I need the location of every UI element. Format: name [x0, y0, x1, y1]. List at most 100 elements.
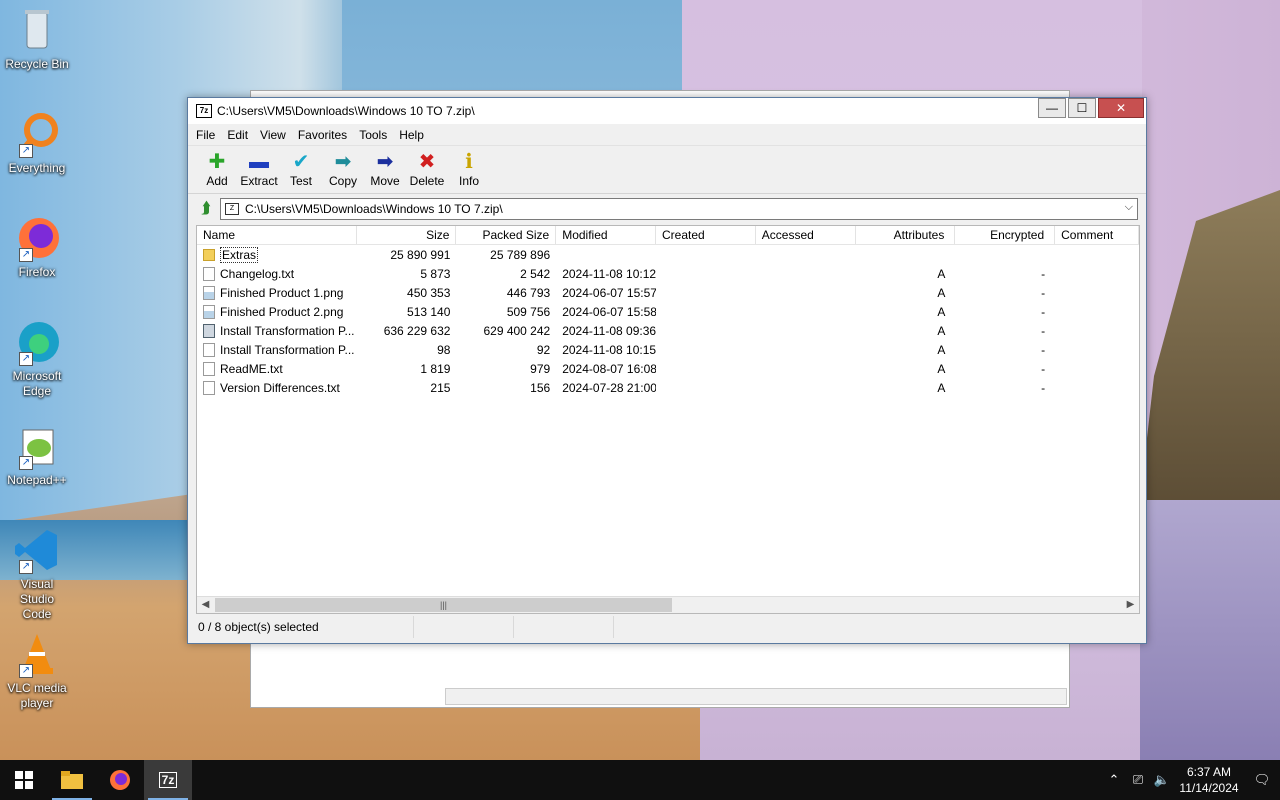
table-row[interactable]: Extras 25 890 991 25 789 896: [197, 245, 1139, 264]
maximize-button[interactable]: ☐: [1068, 98, 1096, 118]
horizontal-scrollbar[interactable]: ◀ ||| ▶: [197, 596, 1139, 613]
volume-muted-icon[interactable]: 🔈: [1150, 772, 1174, 788]
delete-button[interactable]: ✖ Delete: [406, 150, 448, 193]
close-button[interactable]: ✕: [1098, 98, 1144, 118]
edge-icon: ↗: [13, 318, 61, 366]
notification-icon[interactable]: 🗨: [1244, 772, 1280, 788]
file-size: 450 353: [407, 285, 451, 300]
add-button[interactable]: ✚ Add: [196, 150, 238, 193]
table-row[interactable]: ReadME.txt 1 819 979 2024-08-07 16:08 A …: [197, 359, 1139, 378]
table-row[interactable]: Changelog.txt 5 873 2 542 2024-11-08 10:…: [197, 264, 1139, 283]
file-size: 5 873: [420, 266, 451, 281]
up-folder-button[interactable]: ⮭: [196, 199, 216, 219]
file-encrypted: -: [1041, 266, 1046, 281]
taskbar-file-explorer[interactable]: [48, 760, 96, 800]
file-packed-size: 156: [530, 380, 551, 395]
taskbar-firefox[interactable]: [96, 760, 144, 800]
column-accessed[interactable]: Accessed: [756, 226, 856, 244]
file-encrypted: -: [1041, 361, 1046, 376]
file-modified: 2024-11-08 10:12: [562, 266, 656, 281]
info-button[interactable]: ℹ Info: [448, 150, 490, 193]
wallpaper-mountain: [1140, 190, 1280, 500]
desktop-icon-vscode[interactable]: ↗ Visual Studio Code: [4, 526, 70, 622]
column-modified[interactable]: Modified: [556, 226, 656, 244]
menu-edit[interactable]: Edit: [227, 128, 248, 142]
taskbar-7zip[interactable]: 7z: [144, 760, 192, 800]
column-name[interactable]: Name: [197, 226, 357, 244]
file-attributes: A: [937, 285, 946, 300]
move-button[interactable]: ➡ Move: [364, 150, 406, 193]
window-controls: — ☐ ✕: [1038, 98, 1146, 118]
table-row[interactable]: Finished Product 1.png 450 353 446 793 2…: [197, 283, 1139, 302]
title-bar[interactable]: 7z C:\Users\VM5\Downloads\Windows 10 TO …: [188, 98, 1146, 124]
table-row[interactable]: Finished Product 2.png 513 140 509 756 2…: [197, 302, 1139, 321]
column-headers: Name Size Packed Size Modified Created A…: [197, 226, 1139, 245]
desktop-icon-label: Everything: [8, 161, 66, 175]
file-attributes: A: [937, 361, 946, 376]
address-field[interactable]: Z C:\Users\VM5\Downloads\Windows 10 TO 7…: [220, 198, 1138, 220]
scroll-left-icon[interactable]: ◀: [197, 597, 214, 613]
7zip-window: 7z C:\Users\VM5\Downloads\Windows 10 TO …: [187, 97, 1147, 644]
file-packed-size: 979: [530, 361, 551, 376]
column-encrypted[interactable]: Encrypted: [955, 226, 1056, 244]
status-segment: [514, 616, 614, 638]
copy-button[interactable]: ➡ Copy: [322, 150, 364, 193]
text-file-icon: [203, 342, 215, 357]
table-row[interactable]: Install Transformation P... 636 229 632 …: [197, 321, 1139, 340]
start-button[interactable]: [0, 760, 48, 800]
minimize-button[interactable]: —: [1038, 98, 1066, 118]
menu-file[interactable]: File: [196, 128, 215, 142]
column-attributes[interactable]: Attributes: [856, 226, 956, 244]
vlc-icon: ↗: [13, 630, 61, 678]
clock-time: 6:37 AM: [1186, 765, 1232, 779]
shortcut-arrow-icon: ↗: [19, 248, 33, 262]
menu-help[interactable]: Help: [399, 128, 424, 142]
chevron-up-icon[interactable]: ⌃: [1102, 772, 1126, 788]
wallpaper-lake: [1140, 500, 1280, 760]
test-icon: ✔: [292, 151, 310, 173]
recycle-bin-icon: [13, 6, 61, 54]
extract-icon: ▬: [249, 151, 269, 173]
test-button[interactable]: ✔ Test: [280, 150, 322, 193]
extract-label: Extract: [240, 174, 278, 188]
column-created[interactable]: Created: [656, 226, 756, 244]
desktop-icon-edge[interactable]: ↗ Microsoft Edge: [4, 318, 70, 399]
extract-button[interactable]: ▬ Extract: [238, 150, 280, 193]
chevron-down-icon[interactable]: ⌵: [1125, 201, 1133, 214]
status-segment: [414, 616, 514, 638]
scroll-thumb[interactable]: |||: [215, 598, 672, 612]
desktop-icon-label: VLC media player: [7, 681, 67, 710]
background-window-scrollbar[interactable]: [445, 688, 1067, 705]
menu-bar: File Edit View Favorites Tools Help: [188, 124, 1146, 146]
test-label: Test: [289, 174, 312, 188]
scroll-right-icon[interactable]: ▶: [1122, 597, 1139, 613]
file-encrypted: -: [1041, 323, 1046, 338]
menu-tools[interactable]: Tools: [359, 128, 387, 142]
desktop-icon-vlc[interactable]: ↗ VLC media player: [4, 630, 70, 711]
menu-favorites[interactable]: Favorites: [298, 128, 347, 142]
file-encrypted: -: [1041, 380, 1046, 395]
address-path: C:\Users\VM5\Downloads\Windows 10 TO 7.z…: [245, 202, 503, 216]
table-row[interactable]: Version Differences.txt 215 156 2024-07-…: [197, 378, 1139, 397]
column-comment[interactable]: Comment: [1055, 226, 1139, 244]
desktop-icon-everything[interactable]: ↗ Everything: [4, 110, 70, 176]
desktop-icon-firefox[interactable]: ↗ Firefox: [4, 214, 70, 280]
table-row[interactable]: Install Transformation P... 98 92 2024-1…: [197, 340, 1139, 359]
desktop-icon-notepad-plus-plus[interactable]: ↗ Notepad++: [4, 422, 70, 488]
shortcut-arrow-icon: ↗: [19, 144, 33, 158]
network-icon[interactable]: ⎚: [1126, 772, 1150, 788]
shortcut-arrow-icon: ↗: [19, 352, 33, 366]
column-packed-size[interactable]: Packed Size: [456, 226, 557, 244]
desktop-icon-recycle-bin[interactable]: Recycle Bin: [4, 6, 70, 72]
file-name: Finished Product 2.png: [220, 304, 344, 319]
menu-view[interactable]: View: [260, 128, 286, 142]
add-icon: ✚: [208, 151, 226, 173]
toolbar: ✚ Add ▬ Extract ✔ Test ➡ Copy ➡ Move ✖ D…: [188, 146, 1146, 194]
file-packed-size: 25 789 896: [490, 247, 551, 262]
shortcut-arrow-icon: ↗: [19, 560, 33, 574]
info-label: Info: [458, 174, 479, 188]
clock[interactable]: 6:37 AM 11/14/2024: [1174, 764, 1244, 796]
clock-date: 11/14/2024: [1179, 781, 1239, 795]
application-file-icon: [203, 323, 215, 338]
column-size[interactable]: Size: [357, 226, 457, 244]
